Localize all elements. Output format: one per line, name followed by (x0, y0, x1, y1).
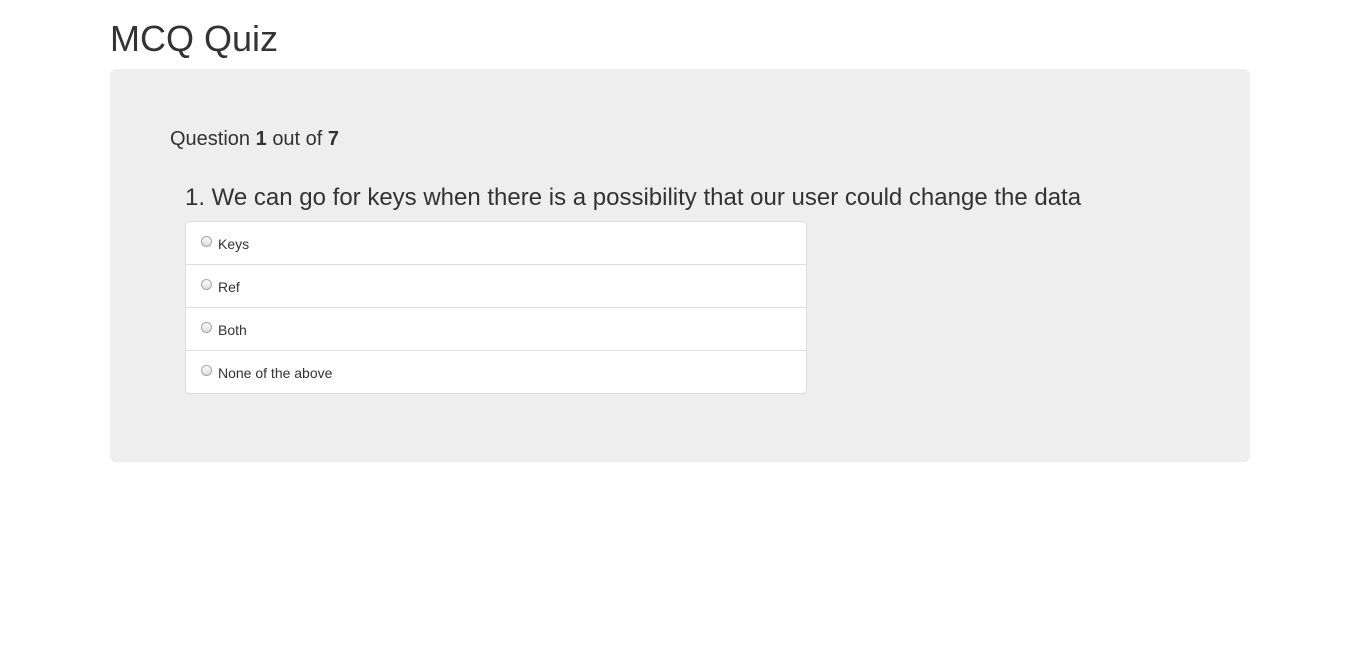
answer-option-none[interactable]: None of the above (186, 350, 806, 393)
progress-current: 1 (255, 128, 267, 150)
question-progress: Question 1 out of 7 (170, 126, 339, 152)
radio-button[interactable] (201, 279, 212, 290)
option-label: None of the above (218, 365, 333, 381)
progress-total: 7 (327, 128, 340, 150)
quiz-panel: Question 1 out of 7 1. We can go for key… (110, 69, 1250, 462)
answer-option-both[interactable]: Both (186, 307, 806, 350)
progress-prefix: Question (170, 128, 251, 150)
radio-button[interactable] (201, 236, 212, 247)
radio-button[interactable] (201, 365, 212, 376)
option-label: Both (218, 322, 247, 338)
page-title: MCQ Quiz (110, 18, 279, 59)
progress-middle: out of (272, 128, 323, 150)
answer-option-keys[interactable]: Keys (186, 222, 806, 264)
option-label: Ref (218, 279, 240, 295)
option-label: Keys (218, 236, 250, 252)
question-text: 1. We can go for keys when there is a po… (185, 184, 1082, 211)
radio-button[interactable] (201, 322, 212, 333)
answer-option-ref[interactable]: Ref (186, 264, 806, 307)
answer-options-list: Keys Ref Both None of the above (185, 221, 807, 394)
